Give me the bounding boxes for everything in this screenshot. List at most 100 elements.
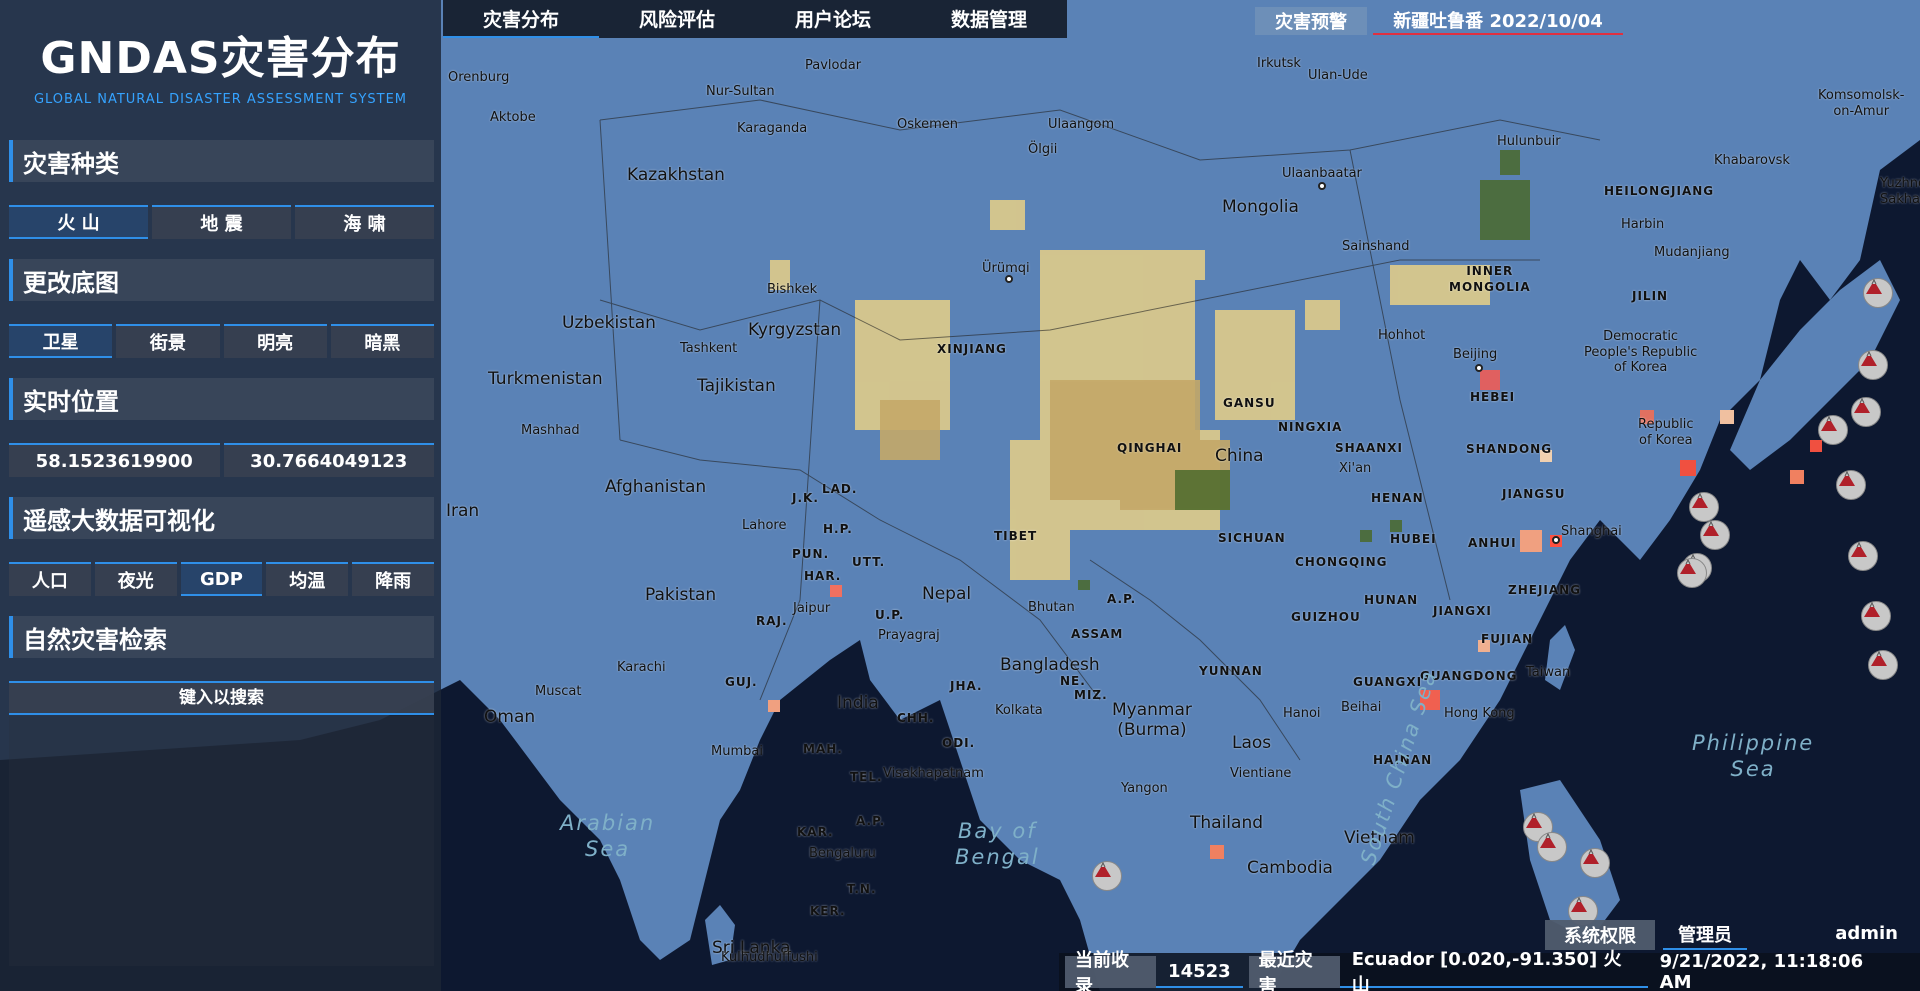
map-label-province: T.N. [847,882,877,896]
layer-nightlight-button[interactable]: 夜光 [94,562,177,596]
disaster-alert-button[interactable]: 灾害预警 [1255,7,1367,35]
map-label-province: HEILONGJIANG [1604,184,1715,198]
disaster-earthquake-button[interactable]: 地 震 [152,205,291,239]
username[interactable]: admin [1835,923,1898,944]
volcano-marker[interactable] [1092,861,1122,891]
tab-disaster-distribution[interactable]: 灾害分布 [443,0,599,38]
map-label-city: Kulhudhuffushi [721,950,818,965]
section-header-remote-sensing: 遥感大数据可视化 [9,497,434,539]
map-label-province: UTT. [852,555,886,569]
map-label-city: Nur-Sultan [706,84,775,99]
map-label-city: Beihai [1341,700,1382,715]
map-label-country: Cambodia [1247,858,1333,878]
volcano-icon [1095,862,1111,877]
map-label-province: HUBEI [1390,532,1437,546]
map-label-city: Ürümqi [982,261,1030,276]
volcano-marker[interactable] [1677,558,1707,588]
search-input[interactable] [9,683,434,713]
map-label-province: NE. [1060,674,1086,688]
volcano-icon [1703,521,1719,536]
map-label-city: Yuzhno- Sakhalin [1880,176,1920,207]
map-label-province: RAJ. [756,614,788,628]
recent-disaster-value[interactable]: Ecuador [0.020,-91.350] 火山 [1339,949,1648,991]
map-label-province: JHA. [950,679,983,693]
map-label-city: Lahore [742,518,787,533]
map-label-country: Oman [484,707,536,727]
volcano-marker[interactable] [1861,601,1891,631]
map-label-province: NINGXIA [1278,420,1343,434]
layer-temperature-button[interactable]: 均温 [266,562,349,596]
tab-risk-assessment[interactable]: 风险评估 [599,0,755,38]
map-label-city: Oskemen [897,117,958,132]
map-label-country: Uzbekistan [562,313,656,333]
volcano-icon [1821,416,1837,431]
map-label-city: Kolkata [995,703,1043,718]
disaster-tsunami-button[interactable]: 海 啸 [295,205,434,239]
layer-rainfall-button[interactable]: 降雨 [352,562,434,596]
map-label-province: MIZ. [1074,688,1108,702]
map-label-city: Hong Kong [1444,706,1515,721]
volcano-icon [1540,833,1556,848]
search-results[interactable] [9,716,434,966]
left-panel: GNDAS灾害分布 GLOBAL NATURAL DISASTER ASSESS… [0,0,441,991]
map-label-province: JIANGSU [1502,487,1566,501]
map-label-country: Tajikistan [697,376,776,396]
volcano-icon [1851,542,1867,557]
section-header-disaster-type: 灾害种类 [9,140,434,182]
map-label-province: KAR. [797,825,834,839]
volcano-icon [1571,897,1587,912]
map-label-country: Laos [1232,733,1272,753]
disaster-volcano-button[interactable]: 火 山 [9,205,148,239]
map-label-province: JILIN [1632,289,1669,303]
map-label-city: Muscat [535,684,582,699]
volcano-marker[interactable] [1836,470,1866,500]
map-label-city: Xi'an [1339,461,1372,476]
map-label-city: Mashhad [521,423,580,438]
basemap-light-button[interactable]: 明亮 [223,324,327,358]
volcano-marker[interactable] [1818,415,1848,445]
basemap-street-button[interactable]: 街景 [116,324,220,358]
volcano-icon [1861,351,1877,366]
basemap-buttons: 卫星 街景 明亮 暗黑 [9,324,434,358]
map-label-province: SICHUAN [1218,531,1286,545]
map-label-province: A.P. [856,814,886,828]
map-label-city: Mudanjiang [1654,245,1730,260]
map-label-country: Thailand [1190,813,1264,833]
volcano-marker[interactable] [1851,397,1881,427]
volcano-marker[interactable] [1537,832,1567,862]
basemap-satellite-button[interactable]: 卫星 [9,324,113,358]
map-label-city: Hohhot [1378,328,1426,343]
tab-data-management[interactable]: 数据管理 [911,0,1067,38]
volcano-marker[interactable] [1868,650,1898,680]
section-header-search: 自然灾害检索 [9,616,434,658]
alert-info[interactable]: 新疆吐鲁番 2022/10/04 [1373,7,1623,35]
map-label-province: TIBET [994,529,1038,543]
volcano-marker[interactable] [1858,350,1888,380]
volcano-marker[interactable] [1689,492,1719,522]
status-bar: 当前收录 14523 最近灾害 Ecuador [0.020,-91.350] … [1059,949,1920,991]
map-label-province: FUJIAN [1481,632,1534,646]
map-label-country: Kazakhstan [627,165,725,185]
city-marker [1552,536,1560,544]
volcano-marker[interactable] [1863,278,1893,308]
map-label-province: GANSU [1223,396,1276,410]
map-label-province: XINJIANG [937,342,1007,356]
map-label-city: Orenburg [448,70,510,85]
volcano-icon [1864,602,1880,617]
map-label-city: Vientiane [1230,766,1292,781]
map-label-province: SHAANXI [1335,441,1404,455]
volcano-marker[interactable] [1580,848,1610,878]
map-label-province: ODI. [942,736,976,750]
map-label-city: Karaganda [737,121,808,136]
layer-population-button[interactable]: 人口 [9,562,91,596]
map-label-sea: Bay of Bengal [955,819,1040,870]
map-label-province: INNER MONGOLIA [1449,264,1531,294]
layer-gdp-button[interactable]: GDP [180,562,263,596]
volcano-marker[interactable] [1848,541,1878,571]
tab-user-forum[interactable]: 用户论坛 [755,0,911,38]
basemap-dark-button[interactable]: 暗黑 [330,324,434,358]
volcano-marker[interactable] [1700,520,1730,550]
map-label-city: Irkutsk [1257,56,1301,71]
map-label-country: India [837,693,879,713]
map-label-city: Yangon [1121,781,1168,796]
